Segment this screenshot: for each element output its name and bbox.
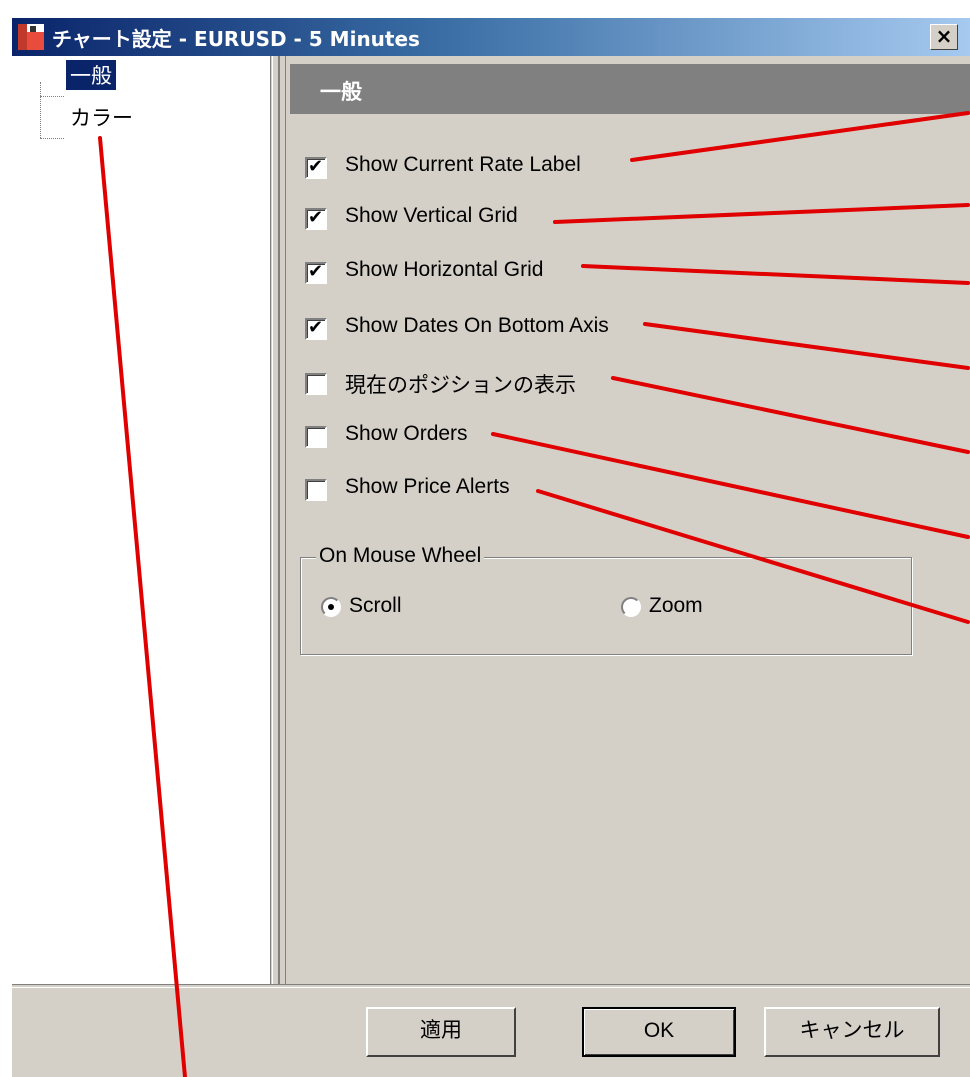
checkbox-box[interactable]: ✔ (305, 207, 327, 230)
checkbox-box[interactable] (305, 479, 327, 501)
chart-settings-dialog: チャート設定 - EURUSD - 5 Minutes × 一般 カラー 一般 … (10, 18, 970, 1077)
checkbox-box[interactable] (305, 373, 327, 395)
checkbox-label: Show Horizontal Grid (345, 258, 544, 281)
checkbox-box[interactable]: ✔ (305, 156, 327, 179)
checkbox-box[interactable] (305, 426, 327, 448)
checkbox-label: Show Price Alerts (345, 475, 510, 498)
check-icon: ✔ (308, 317, 324, 338)
checkbox-label: Show Vertical Grid (345, 204, 518, 227)
checkbox-label: 現在のポジションの表示 (345, 374, 576, 397)
pane-splitter[interactable] (272, 56, 286, 984)
title-bar[interactable]: チャート設定 - EURUSD - 5 Minutes × (12, 18, 970, 56)
check-icon: ✔ (308, 261, 324, 282)
radio-label: Scroll (349, 594, 402, 617)
radio-dot-icon (328, 604, 334, 610)
checkbox-label: Show Dates On Bottom Axis (345, 314, 609, 337)
checkbox-box[interactable]: ✔ (305, 261, 327, 284)
radio-circle[interactable] (621, 597, 641, 617)
group-label: On Mouse Wheel (316, 544, 485, 568)
check-icon: ✔ (308, 207, 324, 228)
settings-category-tree: 一般 カラー (12, 56, 271, 984)
window-title: チャート設定 - EURUSD - 5 Minutes (52, 27, 420, 51)
panel-header: 一般 (290, 64, 970, 114)
app-icon (18, 24, 44, 50)
apply-button[interactable]: 適用 (366, 1007, 516, 1057)
radio-circle[interactable] (321, 597, 341, 617)
close-button[interactable]: × (930, 24, 958, 50)
tree-item-general[interactable]: 一般 (65, 59, 117, 91)
button-bar-separator (12, 984, 970, 988)
checkbox-label: Show Current Rate Label (345, 153, 581, 176)
checkbox-box[interactable]: ✔ (305, 317, 327, 340)
mouse-wheel-group: On Mouse Wheel Scroll Zoom (300, 544, 912, 655)
ok-button[interactable]: OK (582, 1007, 736, 1057)
close-icon: × (935, 24, 953, 48)
tree-item-color[interactable]: カラー (66, 102, 137, 132)
cancel-button[interactable]: キャンセル (764, 1007, 940, 1057)
radio-label: Zoom (649, 594, 703, 617)
panel-title: 一般 (320, 80, 362, 104)
checkbox-label: Show Orders (345, 422, 468, 445)
check-icon: ✔ (308, 156, 324, 177)
